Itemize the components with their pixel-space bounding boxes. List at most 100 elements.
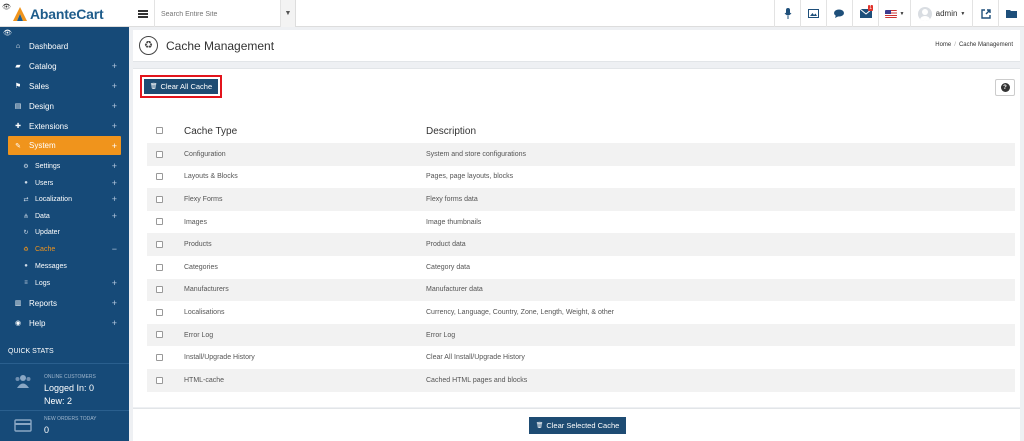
image-icon <box>808 9 819 18</box>
sidebar-subitem-label: Settings <box>35 162 61 170</box>
cache-type-cell: Configuration <box>184 143 426 166</box>
sidebar-subitem-logs[interactable]: ≡ Logs + <box>0 275 129 291</box>
quick-stats-title: QUICK STATS <box>8 348 54 355</box>
sidebar-subitem-users[interactable]: ● Users + <box>0 175 129 191</box>
expand-icon: + <box>111 121 117 131</box>
description-cell: System and store configurations <box>426 143 1015 166</box>
row-checkbox[interactable] <box>156 308 163 316</box>
microphone-icon <box>784 8 791 19</box>
folder-icon <box>1006 10 1017 18</box>
comments-button[interactable] <box>826 0 852 27</box>
microphone-button[interactable] <box>774 0 800 27</box>
row-checkbox[interactable] <box>156 331 163 339</box>
sidebar-subitem-localization[interactable]: ⇄ Localization + <box>0 191 129 207</box>
table-row: Images Image thumbnails <box>147 211 1015 234</box>
cache-type-cell: Manufacturers <box>184 278 426 302</box>
cache-panel: 🗑 Clear All Cache ? Cache Type Descripti… <box>133 68 1020 407</box>
menu-toggle-button[interactable] <box>131 0 155 27</box>
row-checkbox[interactable] <box>156 241 163 248</box>
chart-icon: ▥ <box>14 300 22 307</box>
caret-down-icon: ▼ <box>899 10 905 17</box>
row-checkbox[interactable] <box>156 263 163 271</box>
wrench-icon: ✎ <box>15 142 21 150</box>
row-checkbox[interactable] <box>156 173 163 181</box>
expand-icon: + <box>111 81 117 91</box>
question-circle-icon: ? <box>1000 83 1010 92</box>
cache-type-cell: Localisations <box>184 308 225 316</box>
image-button[interactable] <box>800 0 826 27</box>
sidebar-item-label: Reports <box>29 298 58 308</box>
description-cell: Pages, page layouts, blocks <box>426 173 514 181</box>
sidebar-item-catalog[interactable]: ▰ Catalog + <box>0 56 129 76</box>
column-header-description: Description <box>426 125 477 137</box>
table-row: Configuration System and store configura… <box>147 143 1015 166</box>
storefront-link[interactable] <box>972 0 998 27</box>
folder-button[interactable] <box>998 0 1024 27</box>
row-checkbox[interactable] <box>156 218 163 226</box>
search-input[interactable] <box>161 11 277 18</box>
sidebar-item-extensions[interactable]: ✚ Extensions + <box>0 116 129 136</box>
sidebar-subitem-cache[interactable]: ♻ Cache − <box>0 241 129 257</box>
top-icons: 1 ▼ admin ▼ <box>774 0 1024 27</box>
row-checkbox[interactable] <box>156 286 163 294</box>
expand-icon: + <box>111 101 117 111</box>
sidebar-item-system[interactable]: ✎ System + <box>8 136 121 155</box>
table-header-row: Cache Type Description <box>147 119 1015 143</box>
table-row: Manufacturers Manufacturer data <box>147 278 1015 302</box>
cogs-icon: ⚙ <box>23 163 29 170</box>
cache-type-cell: Install/Upgrade History <box>184 354 255 362</box>
expand-icon: + <box>111 161 117 171</box>
search-dropdown-button[interactable]: ▼ <box>281 0 296 27</box>
row-checkbox[interactable] <box>156 353 163 361</box>
select-all-checkbox[interactable] <box>156 127 163 135</box>
description-cell: Product data <box>426 233 1015 256</box>
sidebar-subitem-messages[interactable]: ● Messages <box>0 258 129 274</box>
table-row: Categories Category data <box>147 256 1015 279</box>
random-icon: ⇄ <box>23 196 29 203</box>
sidebar-subitem-data[interactable]: ⋔ Data + <box>0 208 129 224</box>
sidebar-subitem-settings[interactable]: ⚙ Settings + <box>0 158 129 174</box>
caret-down-icon: ▼ <box>284 10 292 17</box>
users-icon <box>15 375 31 388</box>
folder-icon: ▰ <box>15 63 21 70</box>
breadcrumb-current: Cache Management <box>958 42 1013 48</box>
sidebar: 👁 ⌂ Dashboard ▰ Catalog + ⚑ Sales + ▤ De… <box>0 27 129 441</box>
description-cell: Clear All Install/Upgrade History <box>426 354 525 362</box>
mail-badge: 1 <box>868 5 873 11</box>
sidebar-item-help[interactable]: ◉ Help + <box>0 313 129 333</box>
expand-icon: + <box>111 318 117 328</box>
sidebar-item-label: Dashboard <box>29 41 69 51</box>
row-checkbox[interactable] <box>156 376 163 384</box>
breadcrumb-home-link[interactable]: Home <box>935 42 951 48</box>
brand-logo[interactable]: AbanteCart <box>0 0 129 27</box>
row-checkbox[interactable] <box>156 150 163 158</box>
user-name: admin <box>935 9 958 18</box>
expand-icon: + <box>111 298 117 308</box>
recycle-icon: ♻ <box>139 36 158 55</box>
puzzle-icon: ✚ <box>15 123 21 130</box>
sidebar-item-design[interactable]: ▤ Design + <box>0 96 129 116</box>
language-selector[interactable]: ▼ <box>878 0 910 27</box>
row-checkbox[interactable] <box>156 195 163 203</box>
users-icon: ● <box>24 180 28 186</box>
sidebar-item-sales[interactable]: ⚑ Sales + <box>0 76 129 96</box>
top-bar: 👁 AbanteCart ▼ 1 ▼ <box>0 0 1024 27</box>
new-orders-count: 0 <box>44 425 50 435</box>
sidebar-item-reports[interactable]: ▥ Reports + <box>0 293 129 313</box>
description-cell: Image thumbnails <box>426 218 482 226</box>
logged-in-count: Logged In: 0 <box>44 383 95 393</box>
mail-button[interactable]: 1 <box>852 0 878 27</box>
table-row: Install/Upgrade History Clear All Instal… <box>147 346 1015 369</box>
clear-selected-cache-button[interactable]: 🗑 Clear Selected Cache <box>529 417 626 434</box>
sidebar-item-label: Help <box>29 318 46 328</box>
sidebar-item-dashboard[interactable]: ⌂ Dashboard <box>0 36 129 56</box>
sidebar-subitem-label: Logs <box>35 279 51 287</box>
sidebar-subitem-updater[interactable]: ↻ Updater <box>0 224 129 240</box>
clear-all-cache-button[interactable]: 🗑 Clear All Cache <box>144 79 218 94</box>
help-button[interactable]: ? <box>995 79 1015 96</box>
expand-icon: + <box>111 61 117 71</box>
user-menu[interactable]: admin ▼ <box>910 0 972 27</box>
collapse-icon: − <box>111 244 117 254</box>
table-row: HTML-cache Cached HTML pages and blocks <box>147 368 1015 392</box>
expand-icon: + <box>111 194 117 204</box>
